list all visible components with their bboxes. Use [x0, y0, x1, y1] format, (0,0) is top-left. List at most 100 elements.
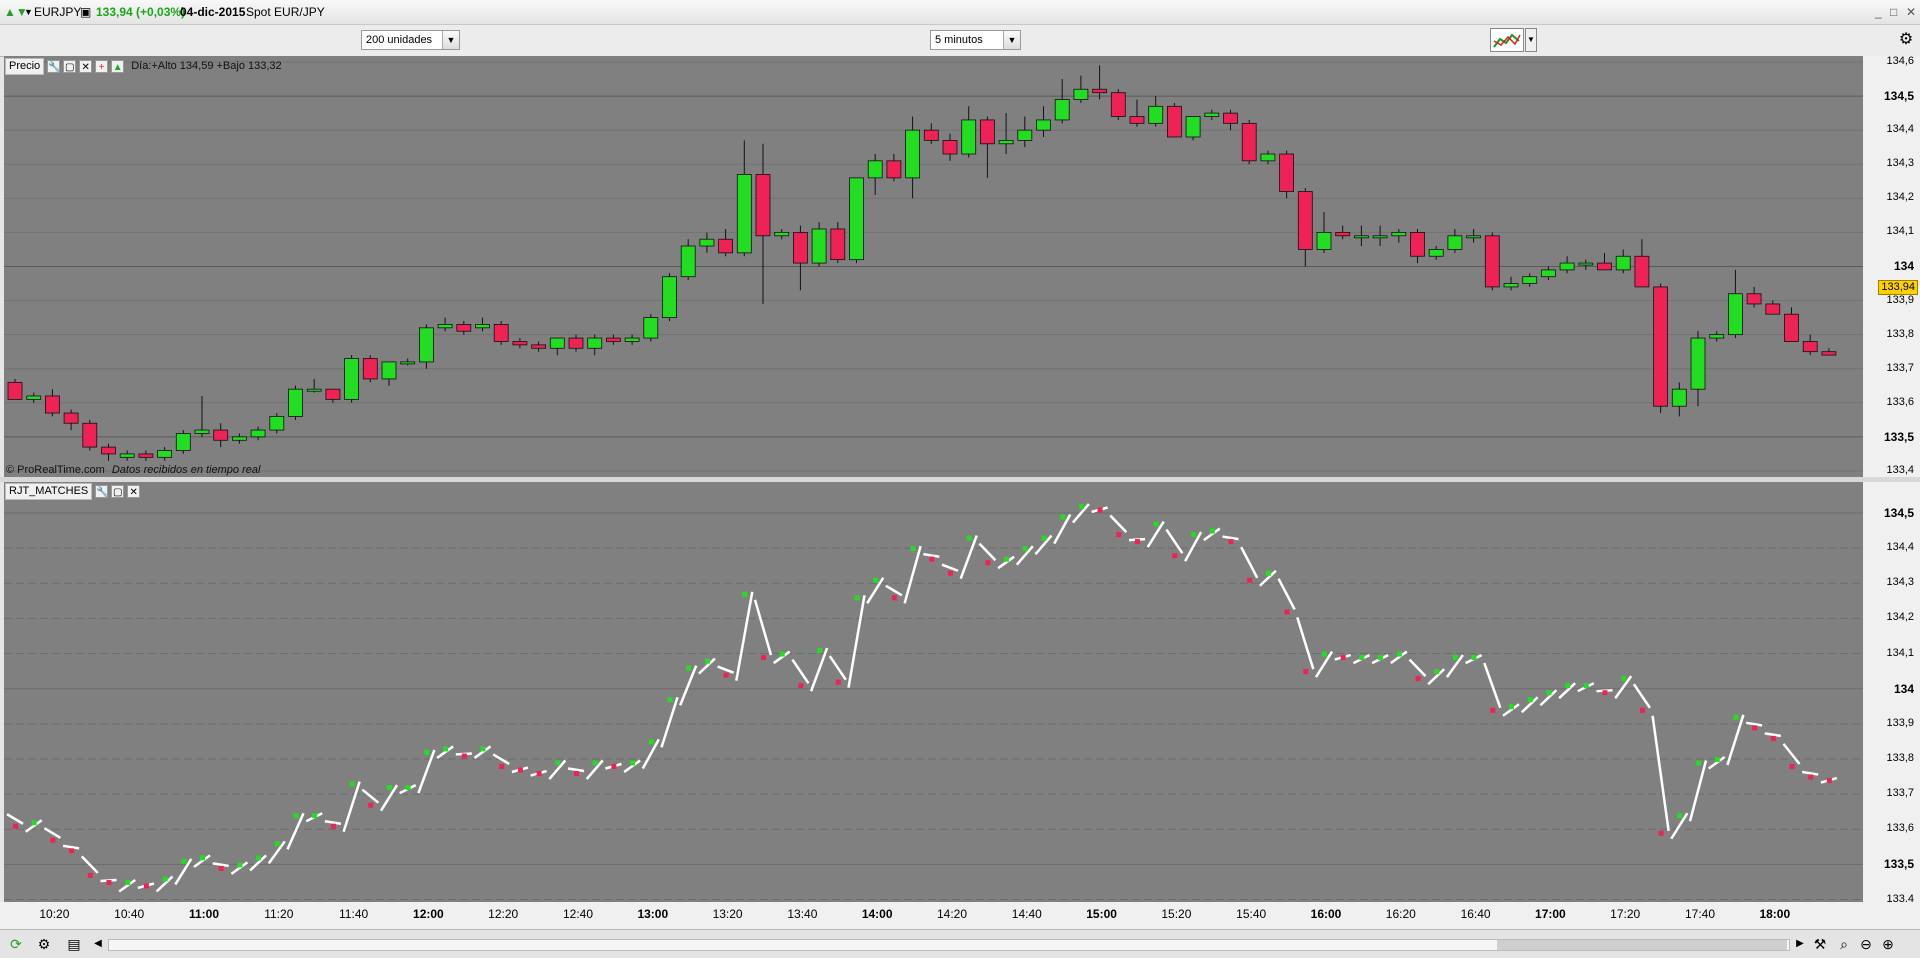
candle[interactable]: [1036, 106, 1051, 137]
candle[interactable]: [624, 334, 640, 345]
candle[interactable]: [1578, 259, 1594, 270]
symbol-name[interactable]: EURJPY: [34, 5, 81, 19]
candle[interactable]: [1559, 256, 1575, 274]
candle[interactable]: [82, 419, 98, 451]
horizontal-scrollbar[interactable]: [108, 939, 1790, 951]
candle[interactable]: [923, 123, 939, 144]
candle[interactable]: [980, 116, 995, 178]
candle[interactable]: [101, 443, 116, 461]
candle[interactable]: [998, 113, 1014, 155]
candle[interactable]: [1017, 116, 1033, 148]
candlestick-chart[interactable]: [4, 56, 1863, 477]
wrench-icon[interactable]: 🔧: [47, 59, 61, 73]
candle[interactable]: [1223, 109, 1238, 131]
candle[interactable]: [437, 317, 453, 332]
candle[interactable]: [830, 222, 846, 264]
candle[interactable]: [680, 239, 696, 281]
candle[interactable]: [643, 314, 659, 342]
candle[interactable]: [662, 273, 677, 322]
candle[interactable]: [1597, 252, 1612, 271]
candle[interactable]: [1410, 228, 1425, 264]
candle[interactable]: [1653, 283, 1668, 414]
symbol-menu-chevron-icon[interactable]: ▼: [24, 7, 33, 17]
zoom-out-icon[interactable]: ⊖: [1858, 936, 1874, 952]
candle[interactable]: [1297, 188, 1313, 267]
price-y-axis[interactable]: 133,94 134,6 134,5 134,4 134,3 134,2 134,1 134…: [1863, 55, 1920, 477]
candle[interactable]: [1503, 276, 1519, 291]
candle[interactable]: [736, 140, 752, 257]
candle[interactable]: [1354, 225, 1369, 247]
move-up-icon[interactable]: ▲: [111, 59, 125, 73]
candle[interactable]: [175, 430, 191, 454]
candle[interactable]: [1466, 228, 1481, 243]
chart-style-button[interactable]: [1490, 28, 1524, 52]
candle[interactable]: [475, 317, 490, 332]
candle[interactable]: [1167, 102, 1182, 138]
candle[interactable]: [1802, 334, 1818, 356]
candle[interactable]: [755, 143, 771, 304]
candle[interactable]: [1204, 109, 1220, 120]
candle[interactable]: [718, 228, 733, 257]
candle[interactable]: [1260, 150, 1276, 165]
candle[interactable]: [493, 321, 509, 345]
candle[interactable]: [1541, 266, 1556, 281]
price-panel-title[interactable]: Precio: [5, 57, 45, 75]
scrollbar-thumb[interactable]: [1497, 940, 1787, 950]
candle[interactable]: [942, 133, 958, 161]
candle[interactable]: [250, 426, 266, 441]
candle[interactable]: [306, 378, 322, 393]
refresh-icon[interactable]: ⟳: [8, 936, 24, 952]
candle[interactable]: [1185, 116, 1201, 141]
candle[interactable]: [531, 341, 546, 352]
candle[interactable]: [63, 409, 79, 431]
scroll-right-icon[interactable]: ▶: [1792, 936, 1808, 952]
candle[interactable]: [1279, 150, 1294, 199]
candle[interactable]: [811, 222, 827, 267]
candle[interactable]: [1671, 382, 1687, 417]
settings-icon[interactable]: ⚙: [36, 936, 52, 952]
candle[interactable]: [45, 389, 60, 417]
close-button[interactable]: ✕: [1906, 5, 1916, 19]
list-icon[interactable]: ▤: [66, 936, 82, 952]
add-indicator-icon[interactable]: +: [95, 59, 109, 73]
candle[interactable]: [1428, 246, 1444, 260]
candle[interactable]: [231, 433, 247, 444]
candle[interactable]: [1148, 96, 1164, 127]
candle[interactable]: [119, 450, 135, 461]
zoom-in-icon[interactable]: ⊕: [1880, 936, 1896, 952]
candle[interactable]: [1484, 232, 1500, 291]
candle[interactable]: [1821, 348, 1837, 356]
candle[interactable]: [26, 392, 42, 403]
candle[interactable]: [1110, 89, 1126, 120]
close-icon[interactable]: ✕: [127, 484, 141, 498]
candle[interactable]: [1784, 307, 1799, 342]
candle[interactable]: [512, 338, 528, 349]
chevron-down-icon[interactable]: ▼: [442, 31, 459, 49]
scroll-left-icon[interactable]: ◀: [90, 936, 106, 952]
candle[interactable]: [344, 355, 360, 403]
candle[interactable]: [774, 228, 790, 240]
candle[interactable]: [1073, 75, 1089, 103]
time-x-axis[interactable]: 10:20 10:40 11:00 11:20 11:40 12:00 12:20 12:40…: [0, 902, 1920, 929]
candle[interactable]: [1746, 286, 1762, 308]
candle[interactable]: [400, 358, 416, 366]
candle[interactable]: [194, 395, 210, 437]
candle[interactable]: [867, 154, 883, 195]
candle[interactable]: [1316, 211, 1332, 253]
candle[interactable]: [1765, 300, 1781, 315]
candle[interactable]: [1709, 331, 1725, 342]
candle[interactable]: [849, 177, 864, 264]
window-icon[interactable]: ▢: [63, 59, 77, 73]
candle[interactable]: [1054, 79, 1070, 124]
indicator-config-icon[interactable]: ⚙: [1897, 28, 1915, 52]
candle[interactable]: [886, 154, 902, 182]
candle[interactable]: [1391, 228, 1407, 243]
wrench-icon[interactable]: 🔧: [95, 484, 109, 498]
minimize-button[interactable]: _: [1875, 5, 1882, 19]
candle[interactable]: [7, 378, 23, 400]
candle[interactable]: [213, 423, 229, 448]
candle[interactable]: [1335, 225, 1351, 240]
zoom-fit-icon[interactable]: ⌕: [1836, 936, 1852, 952]
candle[interactable]: [325, 388, 341, 403]
candle[interactable]: [1092, 65, 1107, 100]
